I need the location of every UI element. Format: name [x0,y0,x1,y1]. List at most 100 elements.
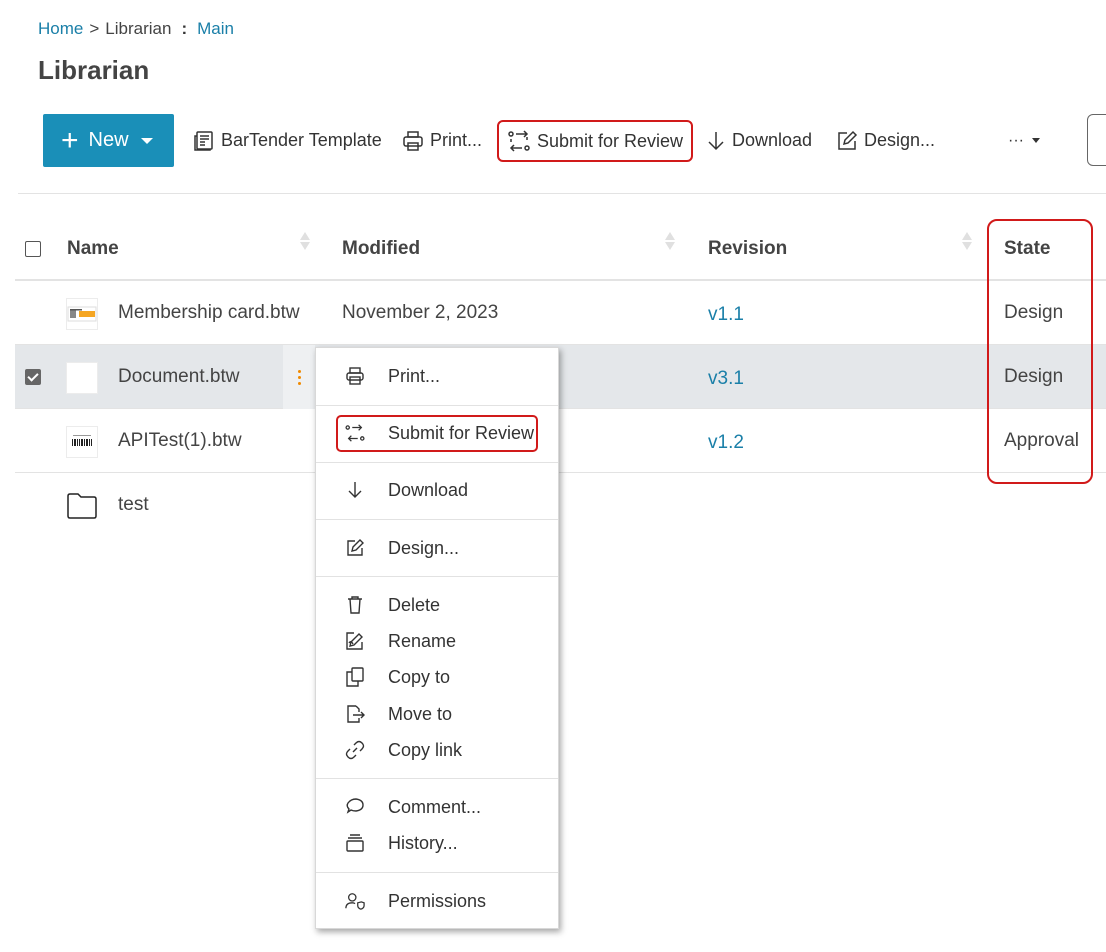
sort-revision-icon[interactable] [962,232,972,252]
caret-down-icon [140,137,153,144]
table-row-folder[interactable]: test [15,473,1106,537]
toolbar-download-label: Download [732,130,813,150]
plus-icon: + [61,123,79,157]
menu-divider [316,872,558,873]
row-checkbox[interactable] [25,369,41,385]
page-title: Librarian [38,55,150,85]
menu-item-comment[interactable]: Comment... [316,790,558,824]
toolbar-submit-for-review-button[interactable]: Submit for Review [497,120,694,162]
row-revision-link[interactable]: v1.2 [708,432,744,454]
toolbar-download-button[interactable]: Download [706,114,812,167]
row-name[interactable]: test [118,494,149,516]
rename-icon [346,632,363,650]
bartender-template-label: BarTender Template [221,130,382,150]
row-state: Approval [1004,430,1079,451]
row-modified: November 2, 2023 [342,302,499,323]
user-shield-icon [345,893,365,910]
menu-item-label: Comment... [388,797,482,817]
breadcrumb: Home > Librarian : Main [38,19,234,39]
template-icon [194,130,213,151]
menu-item-copy-to[interactable]: Copy to [316,660,558,694]
printer-icon [346,367,364,385]
printer-icon [403,130,423,151]
row-name[interactable]: Document.btw [118,366,239,388]
menu-item-label: Move to [388,704,453,724]
barcode-thumbnail [66,426,98,458]
menu-item-label: Delete [388,595,441,615]
toolbar-print-button[interactable]: Print... [402,114,482,167]
menu-item-label: Copy to [388,667,451,687]
new-button-label: New [88,129,129,151]
edit-icon [347,539,364,556]
copy-icon [346,667,364,687]
menu-item-label: Design... [388,538,460,558]
caret-down-icon [1031,138,1040,143]
row-revision-link[interactable]: v1.1 [708,304,744,326]
row-state: Design [1004,302,1064,323]
row-state: Design [1004,366,1064,387]
toolbar-print-label: Print... [430,130,483,150]
breadcrumb-home[interactable]: Home [38,19,83,39]
toolbar-design-label: Design... [864,130,936,150]
menu-item-delete[interactable]: Delete [316,588,558,622]
header-modified[interactable]: Modified [342,238,420,260]
menu-divider [316,519,558,520]
menu-item-permissions[interactable]: Permissions [316,884,558,918]
breadcrumb-librarian: Librarian [105,19,172,38]
breadcrumb-main[interactable]: Main [197,19,234,39]
new-button[interactable]: + New [43,114,174,167]
menu-item-download[interactable]: Download [316,473,558,507]
toolbar: + New BarTender Template Print... Submit… [0,114,1106,168]
table-row[interactable]: Membership card.btw November 2, 2023 v1.… [15,281,1106,345]
sort-modified-icon[interactable] [665,232,675,252]
sort-name-icon[interactable] [300,232,310,252]
edit-icon [838,130,858,150]
menu-item-copy-link[interactable]: Copy link [316,733,558,767]
menu-item-label: Permissions [388,891,487,911]
select-all-checkbox[interactable] [25,241,41,257]
submit-review-icon [345,424,365,442]
header-name[interactable]: Name [67,238,119,260]
menu-divider [316,778,558,779]
breadcrumb-colon: : [181,19,188,38]
row-revision-link[interactable]: v3.1 [708,368,744,390]
row-kebab-menu-icon[interactable] [283,345,315,409]
toolbar-more-button[interactable]: ··· [1008,114,1040,167]
menu-item-history[interactable]: History... [316,826,558,860]
menu-item-design[interactable]: Design... [316,531,558,565]
comment-icon [346,798,364,814]
toolbar-submit-for-review-label: Submit for Review [537,130,684,151]
menu-item-move-to[interactable]: Move to [316,697,558,731]
table-row[interactable]: APITest(1).btw v1.2 Approval [15,409,1106,473]
menu-item-label: Download [388,480,469,500]
table-row-selected[interactable]: Document.btw v3.1 Design [15,345,1106,409]
toolbar-right-control[interactable] [1087,114,1106,166]
bartender-template-button[interactable]: BarTender Template [193,114,382,167]
folder-icon [67,493,97,519]
menu-item-label: Print... [388,366,441,386]
link-icon [345,740,365,760]
menu-item-rename[interactable]: Rename [316,624,558,658]
header-revision[interactable]: Revision [708,238,787,260]
menu-item-submit-for-review[interactable]: Submit for Review [316,416,558,450]
download-icon [708,131,724,150]
menu-divider [316,405,558,406]
table-header: Name Modified Revision State [15,218,1106,281]
menu-item-label: History... [388,833,458,853]
header-state[interactable]: State [1004,238,1050,260]
toolbar-divider [18,193,1106,194]
membership-card-thumbnail [66,298,98,330]
menu-item-label: Rename [388,631,457,651]
move-icon [347,705,365,723]
blank-thumbnail [66,362,98,394]
menu-item-print[interactable]: Print... [316,359,558,393]
menu-item-label: Copy link [388,740,463,760]
row-name[interactable]: APITest(1).btw [118,430,242,452]
menu-divider [316,576,558,577]
menu-item-label: Submit for Review [388,423,535,443]
context-menu: Print... Submit for Review Download Desi… [315,347,559,929]
toolbar-design-button[interactable]: Design... [836,114,935,167]
row-name[interactable]: Membership card.btw [118,302,300,324]
submit-review-icon [508,130,530,152]
history-icon [346,834,364,852]
